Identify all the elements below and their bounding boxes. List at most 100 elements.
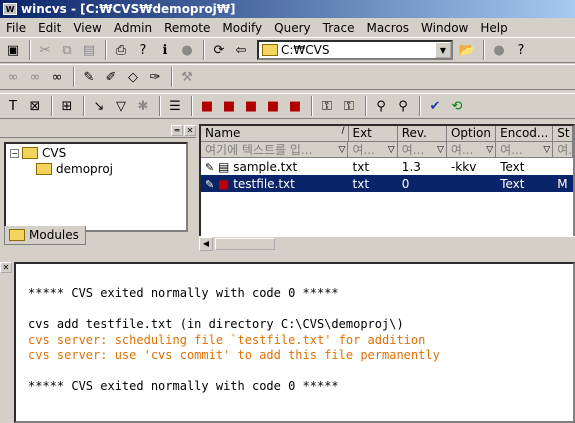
- hammer-icon[interactable]: ⚒: [177, 67, 197, 87]
- tab-modules[interactable]: Modules: [4, 226, 86, 245]
- column-header-rev[interactable]: Rev.: [397, 126, 447, 142]
- filter-option[interactable]: 여... ▽: [446, 142, 497, 158]
- column-header-name[interactable]: Name /: [201, 126, 349, 142]
- menu-admin[interactable]: Admin: [108, 21, 158, 35]
- toolbar-separator: [203, 40, 205, 60]
- toolbar-separator: [29, 40, 31, 60]
- text-icon[interactable]: T: [3, 96, 23, 116]
- diff-icon[interactable]: ⚲: [371, 96, 391, 116]
- toolbar-separator: [365, 96, 367, 116]
- browse-icon[interactable]: ⇦: [231, 40, 251, 60]
- filter-status[interactable]: 여...: [553, 142, 573, 158]
- workspace-pane-header: ═ ✕: [0, 124, 196, 138]
- paste-icon[interactable]: ▤: [79, 40, 99, 60]
- help-icon[interactable]: ?: [133, 40, 153, 60]
- output-line: ***** CVS exited normally with code 0 **…: [28, 286, 339, 300]
- lock-icon[interactable]: ⚿: [317, 96, 337, 116]
- refresh-icon[interactable]: ⟳: [209, 40, 229, 60]
- menu-help[interactable]: Help: [474, 21, 513, 35]
- column-header-option[interactable]: Option: [446, 126, 497, 142]
- column-header-encoding[interactable]: Encod...: [496, 126, 554, 142]
- file-encoding-cell: Text: [500, 159, 525, 174]
- menu-query[interactable]: Query: [268, 21, 316, 35]
- remove-icon[interactable]: ■: [285, 96, 305, 116]
- toolbar-separator: [73, 67, 75, 87]
- pencil-icon[interactable]: ✎: [79, 67, 99, 87]
- diff-query-icon[interactable]: ⚲: [393, 96, 413, 116]
- menu-trace[interactable]: Trace: [317, 21, 361, 35]
- menu-remote[interactable]: Remote: [158, 21, 216, 35]
- glasses-icon[interactable]: ∞: [3, 67, 23, 87]
- checked-folder-icon: [36, 163, 52, 175]
- filter-encoding[interactable]: 여... ▽: [496, 142, 554, 158]
- filter-icon: ▽: [486, 144, 494, 155]
- arrow-down-right-icon[interactable]: ↘: [89, 96, 109, 116]
- list-icon[interactable]: ☰: [165, 96, 185, 116]
- scroll-left-icon[interactable]: ◀: [199, 236, 213, 251]
- tree-icon[interactable]: ⊞: [57, 96, 77, 116]
- glasses-search-icon[interactable]: ∞: [47, 67, 67, 87]
- table-row[interactable]: ✎ ▤ sample.txt txt 1.3 -kkv Text: [201, 158, 573, 175]
- asterisk-icon[interactable]: ✱: [133, 96, 153, 116]
- tag-icon[interactable]: ✔: [425, 96, 445, 116]
- filter-ext[interactable]: 여... ▽: [348, 142, 398, 158]
- copy-icon[interactable]: ⧉: [57, 40, 77, 60]
- chevron-down-icon[interactable]: ▼: [435, 42, 451, 58]
- print-icon[interactable]: ⎙: [111, 40, 131, 60]
- close-icon[interactable]: ✕: [184, 125, 196, 136]
- record-icon[interactable]: ●: [489, 40, 509, 60]
- output-line: cvs server: scheduling file `testfile.tx…: [28, 332, 426, 347]
- filter-icon: ▽: [543, 144, 551, 155]
- menu-window[interactable]: Window: [415, 21, 474, 35]
- info-icon[interactable]: ℹ: [155, 40, 175, 60]
- column-headers: Name / Ext Rev. Option Encod... St: [201, 126, 573, 142]
- filter-icon[interactable]: ▽: [111, 96, 131, 116]
- filter-rev[interactable]: 여... ▽: [397, 142, 447, 158]
- file-status-cell: M: [557, 176, 568, 191]
- horizontal-scrollbar[interactable]: ◀: [199, 236, 575, 251]
- tree-node-demoproj[interactable]: demoproj: [36, 162, 113, 176]
- file-rev-cell: 1.3: [401, 159, 421, 174]
- collapse-icon[interactable]: −: [10, 148, 19, 158]
- pencil-edit-icon[interactable]: ✐: [101, 67, 121, 87]
- table-row[interactable]: ✎ ■ testfile.txt txt 0 Text M: [201, 175, 573, 192]
- commit-icon[interactable]: ■: [219, 96, 239, 116]
- scroll-thumb[interactable]: [215, 237, 275, 250]
- menu-view[interactable]: View: [67, 21, 107, 35]
- unedit-icon[interactable]: ✑: [145, 67, 165, 87]
- update-icon[interactable]: ■: [197, 96, 217, 116]
- unlock-icon[interactable]: ⚿: [339, 96, 359, 116]
- menu-file[interactable]: File: [0, 21, 32, 35]
- cut-icon[interactable]: ✂: [35, 40, 55, 60]
- sync-icon[interactable]: ⟲: [447, 96, 467, 116]
- menu-macros[interactable]: Macros: [360, 21, 415, 35]
- menu-bar: File Edit View Admin Remote Modify Query…: [0, 18, 575, 37]
- binary-icon[interactable]: ⊠: [25, 96, 45, 116]
- menu-modify[interactable]: Modify: [216, 21, 268, 35]
- add-icon[interactable]: ■: [241, 96, 261, 116]
- pencil-icon: ✎: [205, 160, 215, 174]
- app-icon[interactable]: W: [3, 3, 17, 15]
- close-icon[interactable]: ✕: [0, 262, 12, 273]
- file-ext-cell: txt: [352, 159, 370, 174]
- file-name-cell: ✎ ■ testfile.txt: [205, 176, 295, 191]
- eraser-icon[interactable]: ◇: [123, 67, 143, 87]
- context-help-icon[interactable]: ?: [511, 40, 531, 60]
- stop-icon[interactable]: ●: [177, 40, 197, 60]
- pane-grip-icon[interactable]: ═: [171, 125, 183, 136]
- add-binary-icon[interactable]: ■: [263, 96, 283, 116]
- output-console[interactable]: ***** CVS exited normally with code 0 **…: [14, 262, 575, 423]
- module-tree[interactable]: − CVS demoproj: [4, 142, 188, 232]
- filter-name[interactable]: 여기에 텍스트를 입... ▽: [201, 142, 349, 158]
- location-combo[interactable]: C:₩CVS ▼: [257, 40, 453, 60]
- glasses-alt-icon[interactable]: ∞: [25, 67, 45, 87]
- column-header-status[interactable]: St: [553, 126, 573, 142]
- pencil-icon: ✎: [205, 177, 215, 191]
- save-icon[interactable]: ▣: [3, 40, 23, 60]
- folder-icon: [22, 147, 38, 159]
- menu-edit[interactable]: Edit: [32, 21, 67, 35]
- column-header-ext[interactable]: Ext: [348, 126, 398, 142]
- tree-node-cvs[interactable]: − CVS: [10, 146, 66, 160]
- open-folder-icon[interactable]: 📂: [457, 40, 477, 60]
